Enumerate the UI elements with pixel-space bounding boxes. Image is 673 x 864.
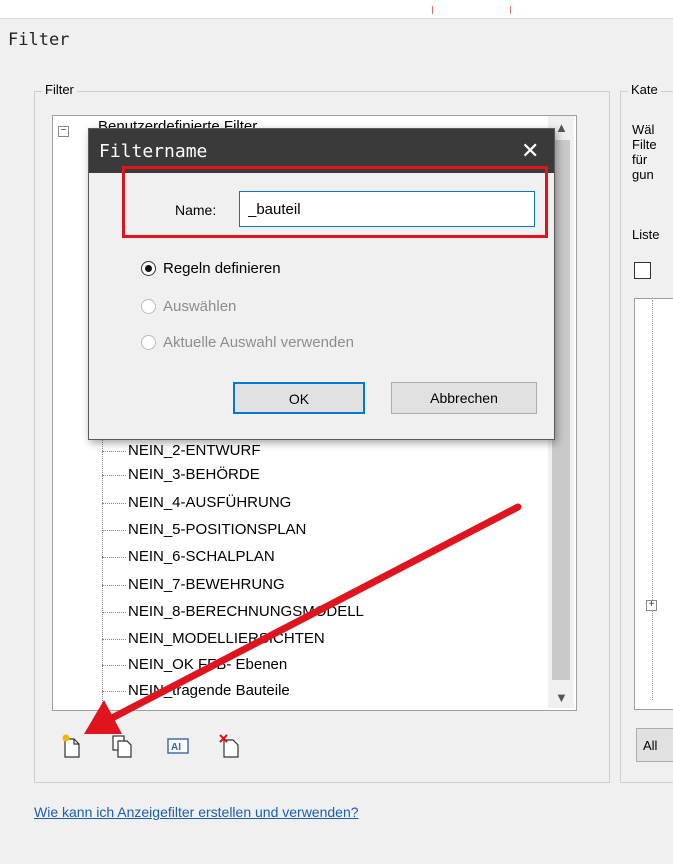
- category-checkbox[interactable]: [634, 262, 651, 279]
- close-icon[interactable]: ✕: [521, 138, 539, 164]
- new-filter-icon[interactable]: [60, 733, 86, 759]
- radio-define-rules[interactable]: [141, 261, 156, 276]
- radio-label[interactable]: Aktuelle Auswahl verwenden: [163, 334, 354, 351]
- radio-select[interactable]: [141, 299, 156, 314]
- category-tree-line: [652, 300, 653, 700]
- radio-label[interactable]: Auswählen: [163, 298, 236, 315]
- collapse-icon[interactable]: −: [58, 126, 69, 137]
- ruler-tick: [510, 6, 511, 14]
- scroll-up-icon[interactable]: ▲: [555, 120, 568, 135]
- delete-filter-icon[interactable]: [218, 733, 244, 759]
- list-item[interactable]: NEIN_8-BERECHNUNGSMODELL: [102, 603, 364, 620]
- select-all-button[interactable]: All: [636, 728, 673, 762]
- category-description: Wäl Filte für gun: [632, 122, 657, 182]
- list-item[interactable]: NEIN_OK FFB- Ebenen: [102, 656, 287, 673]
- category-text-line: Filte: [632, 137, 657, 152]
- rename-filter-icon[interactable]: AI: [165, 733, 191, 759]
- cancel-button[interactable]: Abbrechen: [391, 382, 537, 414]
- page-title: Filter: [8, 30, 70, 50]
- scroll-down-icon[interactable]: ▼: [555, 690, 568, 705]
- category-group-label: Kate: [628, 82, 661, 97]
- category-text-line: gun: [632, 167, 654, 182]
- list-item[interactable]: NEIN_MODELLIERSICHTEN: [102, 630, 325, 647]
- list-item[interactable]: NEIN_5-POSITIONSPLAN: [102, 521, 306, 538]
- radio-label[interactable]: Regeln definieren: [163, 260, 281, 277]
- ok-button[interactable]: OK: [233, 382, 365, 414]
- list-item[interactable]: NEIN_3-BEHÖRDE: [102, 466, 260, 483]
- category-text-line: Wäl: [632, 122, 655, 137]
- filter-group-label: Filter: [42, 82, 77, 97]
- list-item[interactable]: NEIN_6-SCHALPLAN: [102, 548, 275, 565]
- dialog-title: Filtername: [99, 141, 208, 162]
- list-item[interactable]: NEIN_4-AUSFÜHRUNG: [102, 494, 291, 511]
- duplicate-filter-icon[interactable]: [110, 733, 136, 759]
- help-link[interactable]: Wie kann ich Anzeigefilter erstellen und…: [34, 804, 359, 820]
- category-list[interactable]: [634, 298, 673, 710]
- radio-use-selection[interactable]: [141, 335, 156, 350]
- ruler-tick: [432, 6, 433, 14]
- list-item[interactable]: NEIN_tragende Bauteile: [102, 682, 290, 699]
- list-item[interactable]: NEIN_7-BEWEHRUNG: [102, 576, 285, 593]
- category-text-line: für: [632, 152, 648, 167]
- svg-text:AI: AI: [171, 742, 181, 753]
- highlight-box: [122, 166, 548, 238]
- window-top-strip: [0, 0, 673, 19]
- category-list-label: Liste: [632, 227, 660, 242]
- expand-icon[interactable]: +: [646, 600, 657, 611]
- list-item[interactable]: NEIN_2-ENTWURF: [102, 442, 261, 459]
